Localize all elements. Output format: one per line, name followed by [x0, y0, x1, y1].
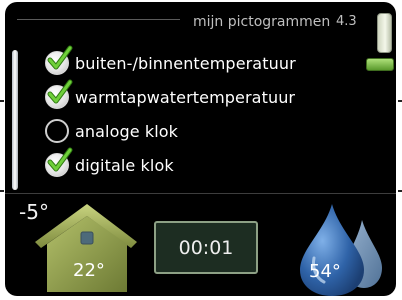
option-item-digital-clock[interactable]: digitale klok	[45, 147, 174, 180]
display-screen: mijn pictogrammen 4.3 buiten-/binnentemp…	[5, 2, 396, 296]
check-icon	[47, 147, 73, 172]
side-tick	[0, 190, 4, 192]
side-tick	[0, 100, 4, 102]
menu-number: 4.3	[336, 14, 357, 29]
option-item-analog-clock[interactable]: analoge klok	[45, 116, 178, 146]
page-title: mijn pictogrammen	[193, 14, 331, 30]
option-label: warmtapwatertemperatuur	[75, 87, 296, 107]
page-scroll-thumb[interactable]	[377, 13, 392, 53]
list-scrollbar[interactable]	[12, 50, 18, 190]
outdoor-temperature: -5°	[19, 200, 49, 224]
option-label: buiten-/binnentemperatuur	[75, 53, 296, 73]
checkbox-checked[interactable]	[45, 45, 73, 75]
clock-time: 00:01	[178, 236, 234, 259]
digital-clock[interactable]: 00:01	[154, 221, 258, 274]
checkbox-checked[interactable]	[45, 79, 73, 109]
header-divider	[17, 19, 180, 20]
indoor-temperature: 22°	[73, 260, 105, 281]
side-tick	[398, 190, 402, 192]
check-icon	[47, 45, 73, 70]
side-tick	[398, 100, 402, 102]
option-item-outdoor-indoor-temp[interactable]: buiten-/binnentemperatuur	[45, 45, 296, 78]
option-label: analoge klok	[75, 121, 179, 141]
checkbox-unchecked[interactable]	[45, 119, 69, 143]
check-icon	[47, 79, 73, 104]
status-divider	[5, 193, 396, 194]
option-item-hot-water-temp[interactable]: warmtapwatertemperatuur	[45, 79, 296, 112]
page-indicator	[366, 58, 394, 71]
hot-water-temperature: 54°	[309, 261, 341, 282]
option-label: digitale klok	[75, 155, 174, 175]
checkbox-checked[interactable]	[45, 147, 73, 177]
